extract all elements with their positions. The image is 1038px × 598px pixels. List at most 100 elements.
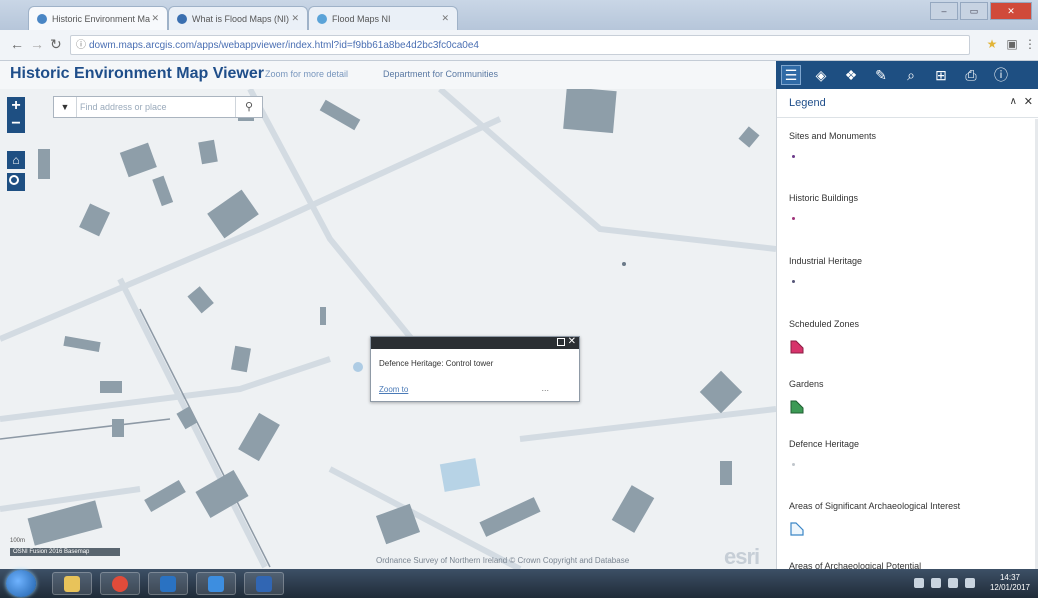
system-tray: 14:37 12/01/2017	[913, 573, 1030, 593]
legend-item: Industrial Heritage	[789, 256, 1029, 290]
legend-item: Defence Heritage	[789, 439, 1029, 473]
legend-item-label: Sites and Monuments	[789, 131, 877, 141]
header-link-zoom[interactable]: Zoom for more detail	[265, 69, 348, 79]
clock-date: 12/01/2017	[989, 583, 1030, 592]
search-icon[interactable]: ⚲	[235, 97, 262, 117]
app-header: Historic Environment Map Viewer Zoom for…	[0, 61, 776, 90]
tab-what-is-flood-maps[interactable]: What is Flood Maps (NI) ✕	[168, 6, 308, 30]
window-controls: – ▭ ✕	[930, 2, 1032, 20]
feature-popup: ✕ Defence Heritage: Control tower Zoom t…	[370, 336, 580, 402]
tab-close-icon[interactable]: ✕	[441, 13, 449, 24]
tab-flood-maps-ni[interactable]: Flood Maps NI ✕	[308, 6, 458, 30]
legend-item-label: Defence Heritage	[789, 439, 860, 449]
legend-item: Areas of Archaeological Potential	[789, 561, 1029, 569]
flag-icon[interactable]	[913, 578, 924, 588]
legend-icon[interactable]: ☰	[781, 65, 801, 85]
volume-icon[interactable]	[947, 578, 958, 588]
query-icon[interactable]: ⌕	[902, 66, 920, 84]
point-symbol-icon	[789, 276, 803, 290]
tab-close-icon[interactable]: ✕	[291, 13, 299, 24]
battery-icon[interactable]	[964, 578, 975, 588]
close-icon[interactable]: ✕	[1024, 95, 1033, 108]
popup-zoom-link[interactable]: Zoom to	[379, 385, 408, 394]
start-button[interactable]	[6, 570, 36, 597]
close-window-button[interactable]: ✕	[990, 2, 1032, 20]
url-text: dowm.maps.arcgis.com/apps/webappviewer/i…	[89, 40, 479, 51]
legend-item: Gardens	[789, 379, 1029, 414]
map-canvas[interactable]: + − ⌂ ▼ ⚲ ✕ Defence Heritage: Control to…	[0, 89, 776, 569]
polygon-symbol-icon	[789, 339, 804, 354]
home-button[interactable]: ⌂	[7, 151, 25, 169]
map-basemap	[0, 89, 776, 569]
file-explorer-icon	[64, 575, 80, 592]
widget-toolbar: ☰ ◈ ❖ ✎ ⌕ ⊞ ⎙ ⓘ	[776, 61, 1038, 89]
search-source-dropdown[interactable]: ▼	[54, 97, 77, 117]
tab-favicon-icon	[37, 13, 47, 24]
app-title: Historic Environment Map Viewer	[10, 65, 264, 82]
zoom-control: + −	[7, 97, 25, 133]
minimise-button[interactable]: –	[930, 2, 958, 20]
bookmark-star-icon[interactable]: ★	[985, 37, 999, 51]
tab-label: Flood Maps NI	[332, 13, 391, 24]
basemap-icon[interactable]: ❖	[842, 66, 860, 84]
legend-item-label: Scheduled Zones	[789, 319, 860, 329]
esri-logo: esri	[724, 544, 760, 569]
menu-icon[interactable]: ⋮	[1023, 37, 1037, 51]
url-field[interactable]: ⓘ dowm.maps.arcgis.com/apps/webappviewer…	[70, 35, 970, 55]
taskbar-app-dropbox[interactable]	[196, 572, 236, 595]
page-info-icon[interactable]: ⓘ	[76, 36, 86, 54]
popup-more-button[interactable]: ...	[541, 383, 549, 393]
popup-maximize-icon[interactable]	[557, 338, 565, 346]
legend-item-label: Gardens	[789, 379, 824, 389]
legend-item-label: Areas of Archaeological Potential	[789, 561, 922, 569]
layers-icon[interactable]: ◈	[812, 66, 830, 84]
about-icon[interactable]: ⓘ	[992, 66, 1010, 84]
forward-arrow-icon[interactable]: →	[30, 36, 44, 52]
taskbar-app-file-explorer[interactable]	[52, 572, 92, 595]
zoom-in-button[interactable]: +	[7, 97, 25, 115]
tab-label: What is Flood Maps (NI)	[192, 13, 290, 24]
polygon-outline-symbol-icon	[789, 521, 804, 536]
header-link-department[interactable]: Department for Communities	[383, 69, 498, 79]
search-box: ▼ ⚲	[53, 96, 263, 118]
reload-icon[interactable]: ↻	[50, 36, 62, 53]
chrome-icon	[112, 575, 128, 592]
network-icon[interactable]	[930, 578, 941, 588]
tab-favicon-icon	[317, 13, 327, 24]
tab-favicon-icon	[177, 13, 187, 24]
extension-icon[interactable]: ▣	[1005, 37, 1019, 51]
back-arrow-icon[interactable]: ←	[10, 36, 24, 52]
taskbar-app-chrome[interactable]	[100, 572, 140, 595]
taskbar-app-word[interactable]	[244, 572, 284, 595]
tab-historic-environment[interactable]: Historic Environment Ma ✕	[28, 6, 168, 30]
scale-value: 100m	[10, 538, 26, 544]
point-symbol-icon	[789, 151, 803, 165]
point-symbol-icon	[789, 459, 803, 473]
map-attribution: Ordnance Survey of Northern Ireland © Cr…	[376, 556, 630, 565]
draw-icon[interactable]: ✎	[872, 66, 890, 84]
address-bar-row: ← → ↻ ⓘ dowm.maps.arcgis.com/apps/webapp…	[0, 30, 1038, 61]
locate-button[interactable]	[7, 173, 25, 191]
taskbar-app-outlook[interactable]	[148, 572, 188, 595]
legend-item-label: Areas of Significant Archaeological Inte…	[789, 501, 961, 511]
popup-title: Defence Heritage: Control tower	[379, 359, 494, 368]
popup-close-icon[interactable]: ✕	[568, 336, 576, 347]
zoom-out-button[interactable]: −	[7, 115, 25, 133]
tab-label: Historic Environment Ma	[52, 13, 151, 24]
browser-tab-strip: Historic Environment Ma ✕ What is Flood …	[0, 0, 1038, 30]
taskbar: 14:37 12/01/2017	[0, 569, 1038, 598]
print-icon[interactable]: ⎙	[962, 66, 980, 84]
legend-item: Areas of Significant Archaeological Inte…	[789, 501, 1029, 536]
legend-item-label: Industrial Heritage	[789, 256, 863, 266]
search-input[interactable]	[80, 97, 230, 117]
word-icon	[256, 575, 272, 592]
legend-item: Historic Buildings	[789, 193, 1029, 227]
grid-icon[interactable]: ⊞	[932, 66, 950, 84]
legend-panel: Legend ∧ ✕ Sites and Monuments Historic …	[776, 89, 1038, 569]
clock[interactable]: 14:37 12/01/2017	[990, 573, 1030, 593]
legend-title: Legend	[789, 97, 826, 109]
point-symbol-icon	[789, 213, 803, 227]
tab-close-icon[interactable]: ✕	[151, 13, 159, 24]
collapse-icon[interactable]: ∧	[1010, 96, 1017, 107]
maximise-button[interactable]: ▭	[960, 2, 988, 20]
